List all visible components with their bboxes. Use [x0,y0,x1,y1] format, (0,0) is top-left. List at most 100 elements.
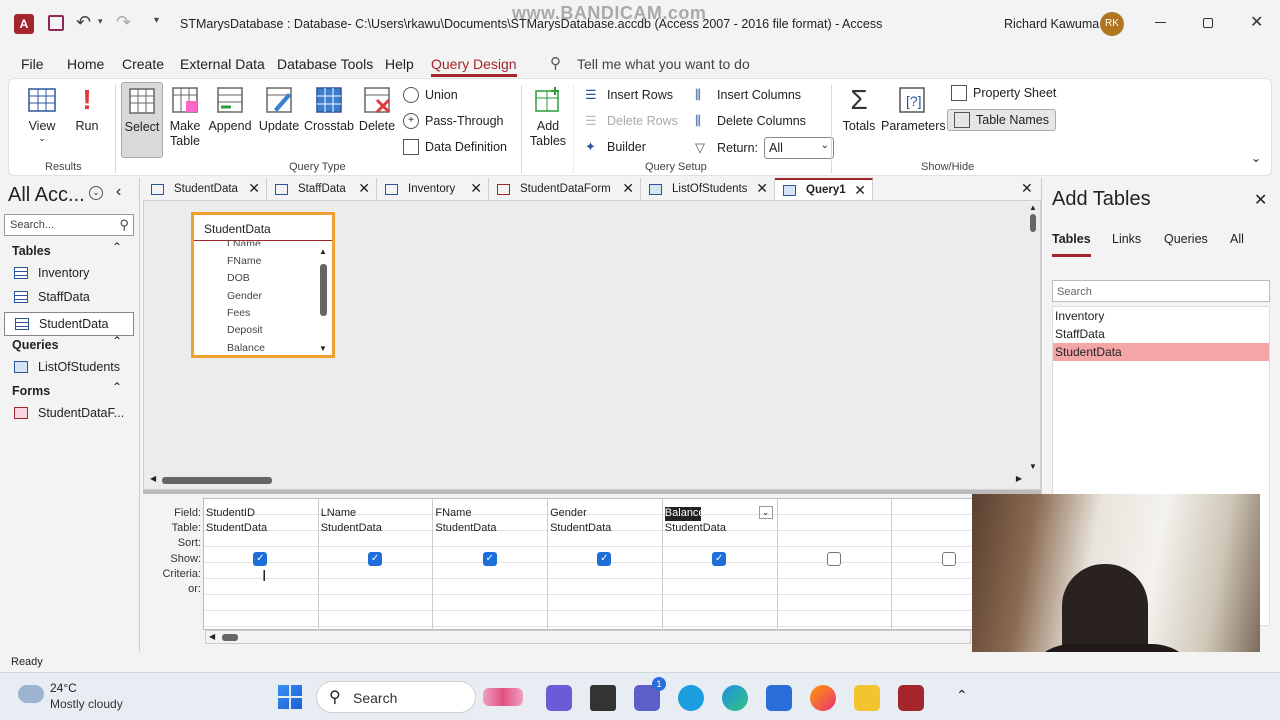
redo-icon[interactable]: ↷ [116,12,131,33]
chevron-up-icon[interactable]: ⌃ [112,240,122,254]
tab-listofstudents[interactable]: ListOfStudents ✕ [641,178,775,200]
add-tables-button[interactable]: Add Tables [529,85,567,149]
nav-item-staffdata[interactable]: StaffData [14,290,90,304]
pass-through-button[interactable]: + Pass-Through [403,113,504,129]
grid-field-cell[interactable]: FName [435,507,544,521]
insert-rows-button[interactable]: ☰ Insert Rows [585,87,673,103]
field-item[interactable]: FName [227,255,261,267]
scroll-left-arrow[interactable]: ◀ [209,632,215,641]
grid-field-cell[interactable]: Balance [664,507,705,521]
tab-studentdata[interactable]: StudentData ✕ [143,178,267,200]
add-tables-item[interactable]: StaffData [1053,325,1269,343]
user-name[interactable]: Richard Kawuma [1004,17,1099,31]
query-design-surface[interactable]: StudentData LName FName DOB Gender Fees … [143,200,1041,490]
scroll-right-arrow[interactable]: ▶ [1016,474,1022,483]
data-definition-button[interactable]: Data Definition [403,139,507,155]
collapse-nav-icon[interactable]: ‹ [116,183,121,201]
scroll-up-arrow[interactable]: ▲ [1026,203,1040,212]
select-button[interactable]: Select [121,82,163,158]
firefox-icon[interactable] [810,685,836,711]
scroll-thumb[interactable] [319,264,327,316]
chevron-up-icon[interactable]: ⌃ [112,380,122,394]
queries-section-header[interactable]: Queries [12,338,59,352]
show-checkbox[interactable]: ✓ [368,552,383,566]
horizontal-scrollbar[interactable]: ◀ ▶ [146,473,1026,487]
restore-button[interactable] [1203,18,1213,28]
copilot-icon[interactable] [546,685,572,711]
weather-description[interactable]: Mostly cloudy [50,697,123,711]
add-tables-item-selected[interactable]: StudentData [1053,343,1269,361]
store-icon[interactable] [766,685,792,711]
insert-columns-button[interactable]: ⫼ Insert Columns [695,87,801,103]
undo-dropdown-icon[interactable]: ▾ [98,16,103,27]
show-checkbox[interactable] [941,552,956,566]
show-checkbox[interactable]: ✓ [712,552,727,566]
chevron-down-icon[interactable]: ⌄ [758,506,773,519]
add-tables-item[interactable]: Inventory [1053,307,1269,325]
add-tables-tab-all[interactable]: All [1230,232,1244,246]
avatar[interactable]: RK [1100,12,1124,36]
qat-customize-icon[interactable]: ▾ [154,15,159,26]
grid-table-cell[interactable]: StudentData [665,522,726,534]
table-field-list[interactable]: StudentData LName FName DOB Gender Fees … [191,212,335,358]
grid-field-cell[interactable]: Gender [550,507,659,521]
parameters-button[interactable]: [?] Parameters [881,85,946,133]
taskbar-search[interactable]: ⚲ Search [316,681,523,713]
nav-title[interactable]: All Acc... [8,184,85,207]
tab-staffdata[interactable]: StaffData ✕ [267,178,377,200]
grid-field-cell[interactable]: LName [321,507,430,521]
scroll-thumb[interactable] [1030,214,1036,232]
menu-query-design[interactable]: Query Design [431,56,517,77]
tables-section-header[interactable]: Tables [12,244,51,258]
field-item[interactable]: DOB [227,272,250,284]
windows-start-icon[interactable] [278,685,302,709]
scroll-down-arrow[interactable]: ▼ [318,344,328,353]
menu-create[interactable]: Create [122,56,164,72]
make-table-button[interactable]: Make Table [167,85,203,149]
scroll-down-arrow[interactable]: ▼ [1026,462,1040,471]
add-tables-tab-tables[interactable]: Tables [1052,232,1091,257]
nav-search-input[interactable]: Search... ⚲ [4,214,134,236]
show-checkbox[interactable]: ✓ [253,552,268,566]
nav-item-studentdata[interactable]: StudentData [4,312,134,336]
property-sheet-button[interactable]: Property Sheet [951,85,1056,101]
field-item-partial[interactable]: LName [227,238,261,246]
grid-field-cell[interactable] [780,507,889,521]
table-names-button[interactable]: Table Names [947,109,1056,131]
close-icon[interactable]: ✕ [470,180,482,197]
field-item[interactable]: Balance [227,342,265,354]
close-icon[interactable]: ✕ [756,180,768,197]
append-button[interactable]: Append [207,85,253,133]
menu-help[interactable]: Help [385,56,414,72]
field-item[interactable]: Gender [227,290,262,302]
union-button[interactable]: Union [403,87,458,103]
totals-button[interactable]: Σ Totals [841,85,877,134]
close-icon[interactable]: ✕ [1254,190,1267,210]
close-icon[interactable]: ✕ [358,180,370,197]
close-document-icon[interactable]: ✕ [1021,180,1033,197]
scroll-up-arrow[interactable]: ▲ [318,247,328,256]
close-icon[interactable]: ✕ [248,180,260,197]
grid-field-cell[interactable]: StudentID [206,507,315,521]
menu-file[interactable]: File [21,56,44,72]
delete-rows-button[interactable]: ☰ Delete Rows [585,113,678,129]
show-checkbox[interactable]: ✓ [482,552,497,566]
file-explorer-icon[interactable] [590,685,616,711]
field-item[interactable]: Fees [227,307,250,319]
forms-section-header[interactable]: Forms [12,384,50,398]
table-field-list-title[interactable]: StudentData [194,215,332,241]
weather-temperature[interactable]: 24°C [50,681,77,695]
undo-icon[interactable]: ↶ [76,12,91,33]
help-icon[interactable] [678,685,704,711]
builder-button[interactable]: ✦ Builder [585,139,646,155]
field-item[interactable]: Deposit [227,324,263,336]
tab-query1[interactable]: Query1 ✕ [775,178,873,200]
grid-table-cell[interactable]: StudentData [435,522,496,534]
add-tables-search-input[interactable]: Search [1052,280,1270,302]
access-taskbar-icon[interactable] [898,685,924,711]
update-button[interactable]: Update [257,85,301,133]
menu-home[interactable]: Home [67,56,104,72]
show-hidden-icons-chevron[interactable]: ⌃ [956,687,968,704]
close-icon[interactable]: ✕ [622,180,634,197]
collapse-ribbon-icon[interactable]: ⌄ [1251,151,1261,165]
